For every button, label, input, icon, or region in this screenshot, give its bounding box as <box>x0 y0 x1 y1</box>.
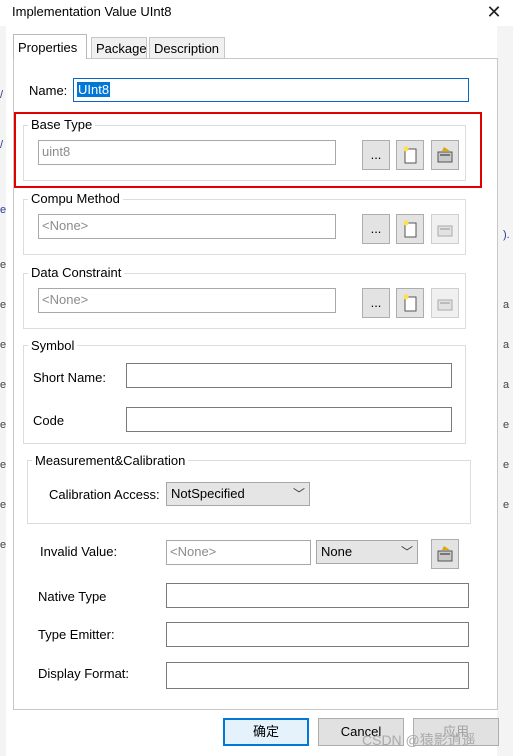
native-type-label: Native Type <box>38 589 107 604</box>
invalid-value-field: <None> <box>166 540 311 565</box>
title-bar: Implementation Value UInt8 ✕ <box>0 0 513 26</box>
name-label: Name: <box>29 83 68 98</box>
data-constraint-new-button[interactable] <box>396 288 424 318</box>
type-emitter-input[interactable] <box>166 622 469 647</box>
close-icon[interactable]: ✕ <box>484 1 504 23</box>
data-constraint-field: <None> <box>38 288 336 313</box>
edit-properties-icon <box>437 225 453 237</box>
new-document-icon <box>403 220 417 238</box>
name-value: UInt8 <box>77 82 111 97</box>
symbol-title: Symbol <box>28 338 78 353</box>
watermark: CSDN @猿影逍遥 <box>362 732 476 748</box>
new-document-icon <box>403 294 417 312</box>
code-input[interactable] <box>126 407 452 432</box>
calibration-access-value: NotSpecified <box>171 486 245 501</box>
tab-description[interactable]: Description <box>149 37 225 58</box>
tab-properties[interactable]: Properties <box>13 34 87 59</box>
name-input[interactable]: UInt8 <box>73 78 469 102</box>
background-window-right: ). a a a e e e <box>497 0 513 756</box>
measurement-title: Measurement&Calibration <box>32 453 189 468</box>
calibration-access-label: Calibration Access: <box>49 487 160 502</box>
window-title: Implementation Value UInt8 <box>12 4 172 19</box>
edit-properties-icon <box>437 299 453 311</box>
chevron-down-icon: ﹀ <box>292 487 305 501</box>
short-name-input[interactable] <box>126 363 452 388</box>
invalid-value-select-value: None <box>321 544 353 559</box>
data-constraint-edit-button[interactable] <box>431 288 459 318</box>
ok-button[interactable]: 确定 <box>223 718 309 746</box>
compu-method-title: Compu Method <box>28 191 123 206</box>
display-format-label: Display Format: <box>38 666 130 681</box>
data-constraint-title: Data Constraint <box>28 265 125 280</box>
code-label: Code <box>33 413 65 428</box>
compu-method-edit-button[interactable] <box>431 214 459 244</box>
calibration-access-select[interactable]: NotSpecified ﹀ <box>166 482 310 506</box>
tab-package[interactable]: Package <box>91 37 147 58</box>
invalid-value-edit-button[interactable] <box>431 539 459 569</box>
compu-method-new-button[interactable] <box>396 214 424 244</box>
compu-method-field: <None> <box>38 214 336 239</box>
invalid-value-label: Invalid Value: <box>40 544 118 559</box>
native-type-input[interactable] <box>166 583 469 608</box>
data-constraint-browse-button[interactable]: ... <box>362 288 390 318</box>
compu-method-browse-button[interactable]: ... <box>362 214 390 244</box>
short-name-label: Short Name: <box>33 370 106 385</box>
type-emitter-label: Type Emitter: <box>38 627 115 642</box>
edit-properties-icon <box>437 546 453 562</box>
highlight-box <box>14 112 482 188</box>
invalid-value-select[interactable]: None ﹀ <box>316 540 418 564</box>
chevron-down-icon: ﹀ <box>400 545 413 559</box>
display-format-input[interactable] <box>166 662 469 689</box>
background-window-left: / / e e e e e e e e e <box>0 0 6 756</box>
